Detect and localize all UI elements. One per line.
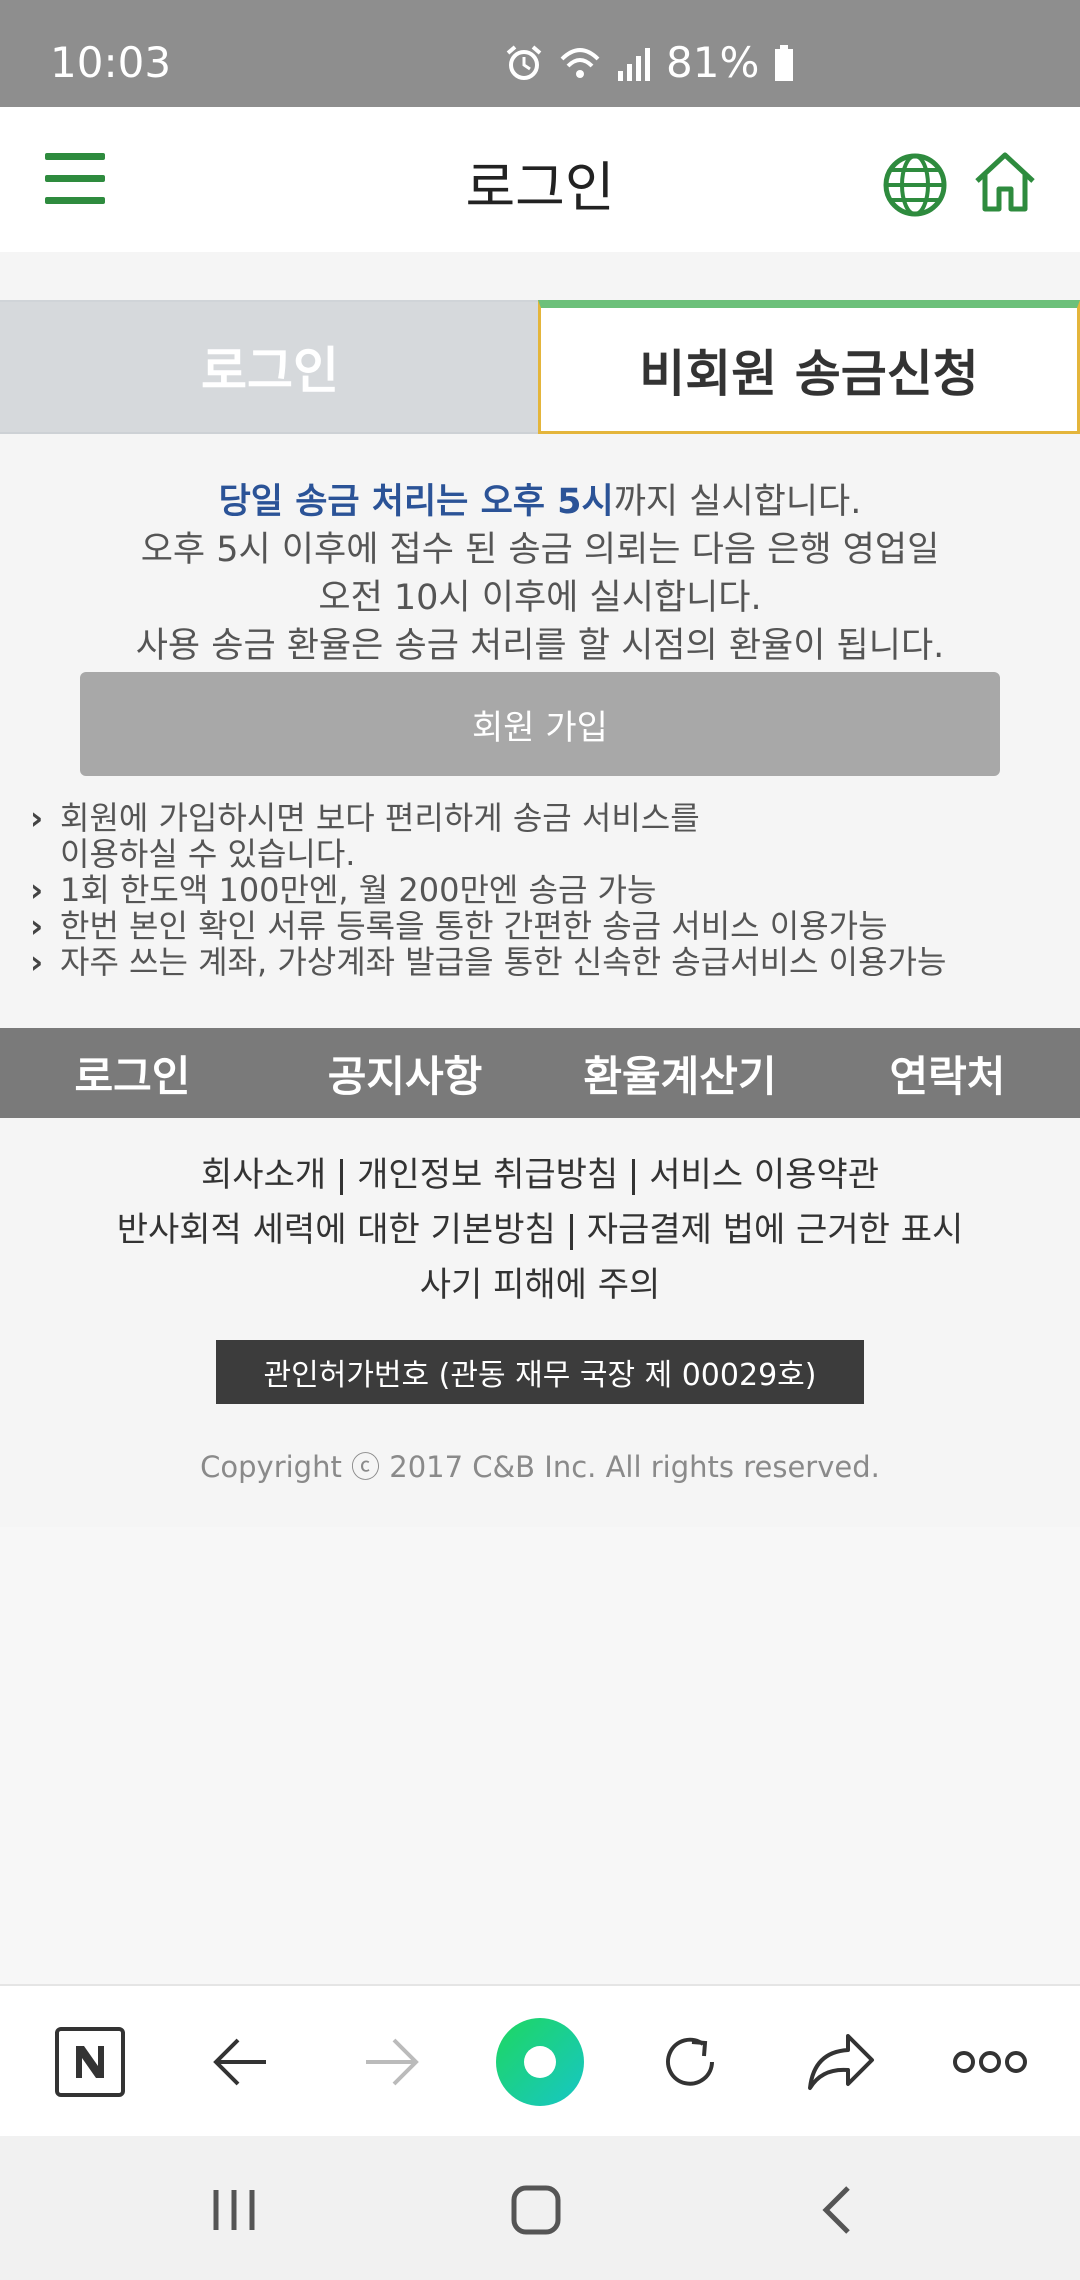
green-dot-icon[interactable] [494,2016,586,2108]
list-item: 이용하실 수 있습니다. [60,835,356,873]
chevron-right-icon: › [30,871,44,909]
divider [632,1158,636,1195]
status-time: 10:03 [50,38,172,87]
footer-nav-login[interactable]: 로그인 [0,1043,265,1104]
footer-links: 회사소개 개인정보 취급방침 서비스 이용약관 반사회적 세력에 대한 기본방침 자금… [0,1148,1080,1313]
footer-nav-contact[interactable]: 연락처 [815,1043,1080,1104]
link-about[interactable]: 회사소개 [201,1155,326,1195]
back-nav-icon[interactable] [818,2184,858,2236]
battery-percent: 81% [666,38,760,87]
forward-arrow-icon[interactable] [362,2032,422,2092]
status-bar: 10:03 81% [0,0,1080,107]
signup-button[interactable]: 회원 가입 [80,672,1000,776]
divider [569,1213,573,1250]
list-item: › 자주 쓰는 계좌, 가상계좌 발급을 통한 신속한 송급서비스 이용가능 [30,943,947,981]
home-icon[interactable] [972,149,1038,215]
chevron-right-icon: › [30,799,44,837]
browser-toolbar [0,1984,1080,2136]
remittance-notice: 당일 송금 처리는 오후 5시까지 실시합니다. 오후 5시 이후에 접수 된 … [0,478,1080,670]
share-icon[interactable] [806,2030,876,2094]
list-item: › 회원에 가입하시면 보다 편리하게 송금 서비스를 [30,799,700,837]
tab-guest-remittance[interactable]: 비회원 송금신청 [538,300,1080,434]
refresh-icon[interactable] [658,2030,722,2094]
list-item: › 1회 한도액 100만엔, 월 200만엔 송금 가능 [30,871,657,909]
notice-line-2: 오후 5시 이후에 접수 된 송금 의뢰는 다음 은행 영업일 [140,530,940,570]
license-badge: 관인허가번호 (관동 재무 국장 제 00029호) [216,1340,864,1404]
link-antisocial-policy[interactable]: 반사회적 세력에 대한 기본방침 [117,1210,556,1250]
benefits-list: › 회원에 가입하시면 보다 편리하게 송금 서비스를 이용하실 수 있습니다. … [30,800,1070,980]
recent-apps-icon[interactable] [210,2186,258,2234]
wifi-icon [560,47,600,78]
footer-nav-exchange-calculator[interactable]: 환율계산기 [545,1043,815,1104]
globe-icon[interactable] [882,152,948,218]
link-fund-settlement[interactable]: 자금결제 법에 근거한 표시 [587,1210,964,1250]
app-header: 로그인 [0,107,1080,252]
home-nav-icon[interactable] [510,2184,562,2236]
divider [340,1158,344,1195]
naver-icon[interactable] [54,2026,126,2098]
more-icon[interactable] [952,2046,1028,2078]
system-nav-bar [0,2136,1080,2280]
back-arrow-icon[interactable] [210,2032,270,2092]
notice-line-3: 오전 10시 이후에 실시합니다. [318,578,762,618]
chevron-right-icon: › [30,907,44,945]
footer-nav-notices[interactable]: 공지사항 [265,1043,545,1104]
notice-line-1: 당일 송금 처리는 오후 5시까지 실시합니다. [218,482,862,522]
list-item: › 한번 본인 확인 서류 등록을 통한 간편한 송금 서비스 이용가능 [30,907,888,945]
link-fraud-warning[interactable]: 사기 피해에 주의 [420,1265,661,1305]
link-privacy[interactable]: 개인정보 취급방침 [357,1155,618,1195]
tab-login[interactable]: 로그인 [0,302,540,432]
alarm-icon [506,44,542,80]
status-icons: 81% [504,38,795,87]
copyright: Copyright ⓒ 2017 C&B Inc. All rights res… [200,1450,880,1484]
battery-icon [775,44,794,81]
login-tabs: 로그인 비회원 송금신청 [0,300,1080,434]
chevron-right-icon: › [30,943,44,981]
page-blank-area [0,1527,1080,1984]
footer-nav: 로그인 공지사항 환율계산기 연락처 [0,1028,1080,1118]
notice-line-4: 사용 송금 환율은 송금 처리를 할 시점의 환율이 됩니다. [135,626,945,666]
link-terms[interactable]: 서비스 이용약관 [649,1155,879,1195]
signal-icon [618,47,650,81]
